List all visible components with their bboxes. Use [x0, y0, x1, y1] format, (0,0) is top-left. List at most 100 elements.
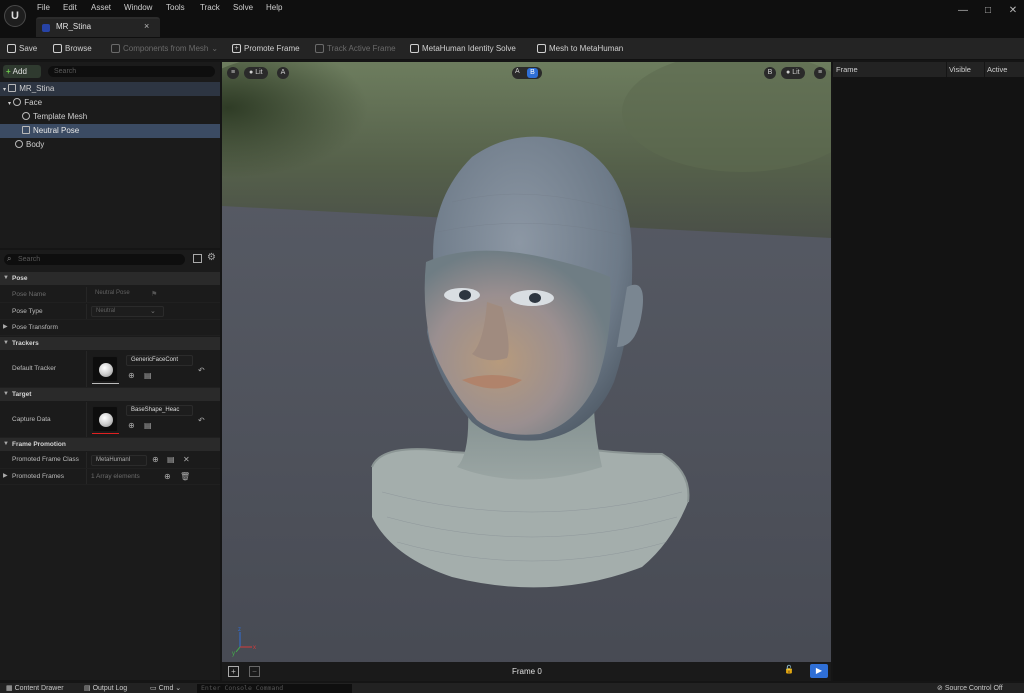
- maximize-button[interactable]: □: [981, 5, 995, 16]
- browse-asset-icon[interactable]: ▤: [167, 452, 175, 467]
- add-button[interactable]: + Add: [3, 65, 41, 78]
- add-frame-icon[interactable]: +: [228, 666, 239, 677]
- section-frame-promotion[interactable]: ▼ Frame Promotion: [0, 438, 220, 451]
- capture-data-thumbnail[interactable]: [92, 406, 118, 432]
- expand-icon: ▶: [3, 473, 8, 479]
- lit-left-label: Lit: [255, 69, 263, 76]
- components-from-mesh-button[interactable]: Components from Mesh ⌄: [111, 42, 218, 55]
- menu-window[interactable]: Window: [124, 3, 152, 13]
- track-active-frame-button[interactable]: Track Active Frame: [315, 42, 396, 55]
- section-trackers[interactable]: ▼ Trackers: [0, 337, 220, 350]
- mesh-to-metahuman-button[interactable]: Mesh to MetaHuman: [537, 42, 623, 55]
- browse-button[interactable]: Browse: [53, 42, 92, 55]
- column-active[interactable]: Active: [987, 62, 1007, 77]
- source-control-button[interactable]: ⊘ Source Control Off: [937, 684, 1003, 693]
- section-pose[interactable]: ▼ Pose: [0, 272, 220, 285]
- mesh-icon: [22, 112, 30, 120]
- track-icon: [315, 44, 324, 53]
- section-target[interactable]: ▼ Target: [0, 388, 220, 401]
- promoted-frame-class-label: Promoted Frame Class: [12, 456, 79, 463]
- remove-frame-icon[interactable]: −: [249, 666, 260, 677]
- reset-arrow-icon[interactable]: ↶: [198, 413, 205, 428]
- column-visible[interactable]: Visible: [949, 62, 971, 77]
- details-search-input[interactable]: Search: [4, 254, 185, 265]
- viewport-scene: z x y: [222, 62, 831, 681]
- tree-item-neutral-pose[interactable]: Neutral Pose: [0, 124, 220, 138]
- tree-item-body[interactable]: Body: [0, 138, 220, 152]
- pose-name-label: Pose Name: [12, 291, 46, 298]
- unlock-icon[interactable]: 🔓: [784, 665, 794, 674]
- close-window-button[interactable]: ✕: [1006, 5, 1020, 16]
- reset-arrow-icon[interactable]: ↶: [198, 363, 205, 378]
- tree-item-template-mesh[interactable]: Template Mesh: [0, 110, 220, 124]
- tree-item-face[interactable]: ▾ Face: [0, 96, 220, 110]
- view-b-button[interactable]: B: [764, 67, 776, 79]
- ab-b-option[interactable]: B: [527, 68, 538, 78]
- promote-frame-button[interactable]: + Promote Frame: [232, 42, 300, 55]
- plus-icon: +: [6, 67, 11, 76]
- settings-gear-icon[interactable]: ⚙: [207, 252, 216, 263]
- terminal-icon: ▭: [150, 685, 159, 692]
- grid-view-icon[interactable]: [193, 254, 202, 263]
- use-selected-icon[interactable]: ⊕: [128, 418, 135, 433]
- console-command-input[interactable]: Enter Console Command: [197, 684, 352, 693]
- tree-label: Body: [26, 140, 45, 149]
- row-promoted-frames[interactable]: ▶ Promoted Frames 1 Array elements ⊕ 🗑: [0, 469, 220, 485]
- folder-icon: [53, 44, 62, 53]
- save-label: Save: [19, 44, 38, 53]
- metahuman-identity-solve-button[interactable]: MetaHuman Identity Solve: [410, 42, 516, 55]
- lit-mode-right-button[interactable]: ● Lit: [781, 67, 805, 79]
- tree-label: Neutral Pose: [33, 126, 80, 135]
- browse-asset-icon[interactable]: ▤: [144, 368, 152, 383]
- browse-asset-icon[interactable]: ▤: [144, 418, 152, 433]
- default-tracker-dropdown[interactable]: GenericFaceCont: [126, 355, 193, 366]
- tab-mr-stina[interactable]: MR_Stina ×: [36, 17, 160, 37]
- menu-track[interactable]: Track: [200, 3, 220, 13]
- use-selected-icon[interactable]: ⊕: [152, 452, 159, 467]
- clear-x-icon[interactable]: ✕: [183, 452, 190, 467]
- pose-name-field: Neutral Pose: [95, 290, 130, 296]
- camera-icon[interactable]: ▶: [810, 664, 828, 678]
- add-element-icon[interactable]: ⊕: [164, 469, 171, 484]
- column-frame[interactable]: Frame: [836, 62, 858, 77]
- content-drawer-button[interactable]: ▦ Content Drawer: [6, 684, 64, 693]
- source-control-label: Source Control Off: [944, 685, 1003, 692]
- capture-data-label: Capture Data: [12, 416, 51, 423]
- section-target-label: Target: [12, 391, 32, 398]
- lit-mode-left-button[interactable]: ● Lit: [244, 67, 268, 79]
- minimize-button[interactable]: —: [956, 5, 970, 16]
- promoted-frame-class-dropdown[interactable]: MetaHumanI: [91, 455, 147, 466]
- tree-item-mr-stina[interactable]: ▾ MR_Stina: [0, 82, 220, 96]
- save-icon: [7, 44, 16, 53]
- menu-file[interactable]: File: [37, 3, 50, 13]
- pose-transform-label: Pose Transform: [12, 324, 58, 331]
- trash-icon[interactable]: 🗑: [180, 469, 190, 484]
- promoted-frames-count: 1 Array elements: [91, 473, 140, 480]
- close-tab-icon[interactable]: ×: [144, 21, 149, 31]
- save-button[interactable]: Save: [7, 42, 37, 55]
- components-outliner: + Add Search ▾ MR_Stina ▾ Face Template M…: [0, 62, 220, 248]
- menu-asset[interactable]: Asset: [91, 3, 111, 13]
- outliner-search-input[interactable]: Search: [48, 66, 215, 77]
- viewport-3d[interactable]: z x y ≡ ● Lit A A B B ● Lit ≡: [222, 62, 831, 681]
- row-pose-transform[interactable]: ▶ Pose Transform: [0, 320, 220, 336]
- use-selected-icon[interactable]: ⊕: [128, 368, 135, 383]
- view-a-button[interactable]: A: [277, 67, 289, 79]
- ab-a-option[interactable]: A: [515, 68, 520, 75]
- capture-data-dropdown[interactable]: BaseShape_Heac: [126, 405, 193, 416]
- viewport-options-menu-icon[interactable]: ≡: [227, 67, 239, 79]
- log-icon: ▤: [84, 685, 93, 692]
- viewport-options-menu-icon-right[interactable]: ≡: [814, 67, 826, 79]
- tracker-thumbnail[interactable]: [92, 356, 118, 382]
- cmd-dropdown[interactable]: ▭ Cmd ⌄: [150, 684, 181, 693]
- chevron-down-icon: ⌄: [211, 44, 219, 53]
- menu-solve[interactable]: Solve: [233, 3, 253, 13]
- ab-toggle[interactable]: A B: [512, 67, 542, 79]
- svg-text:x: x: [253, 645, 256, 651]
- tree-label: Face: [24, 98, 43, 107]
- menu-tools[interactable]: Tools: [166, 3, 185, 13]
- unreal-logo-icon[interactable]: U: [4, 5, 26, 27]
- menu-help[interactable]: Help: [266, 3, 282, 13]
- menu-edit[interactable]: Edit: [63, 3, 77, 13]
- output-log-button[interactable]: ▤ Output Log: [84, 684, 127, 693]
